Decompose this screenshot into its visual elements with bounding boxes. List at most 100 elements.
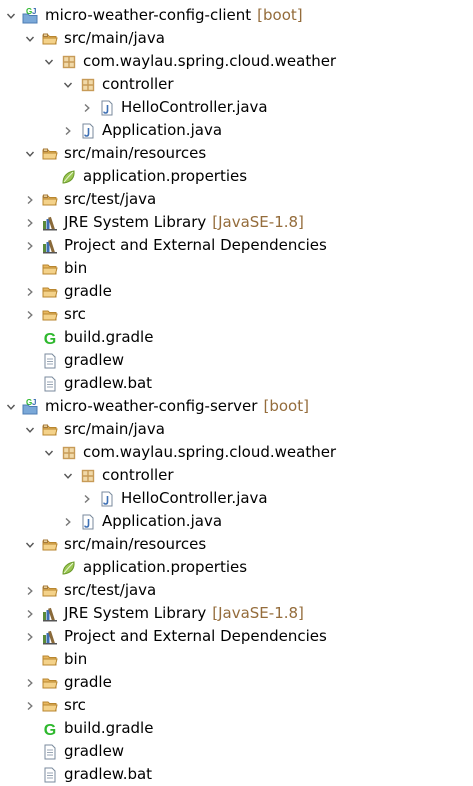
tree-item[interactable]: Gbuild.gradle [0, 326, 473, 349]
chevron-right-icon[interactable] [23, 234, 37, 257]
tree-item[interactable]: bin [0, 648, 473, 671]
folder-icon [41, 306, 59, 324]
tree-item[interactable]: src/main/java [0, 27, 473, 50]
tree-item-label: bin [64, 259, 88, 277]
svg-text:J: J [32, 7, 36, 16]
tree-item[interactable]: HelloController.java [0, 487, 473, 510]
chevron-right-icon[interactable] [61, 510, 75, 533]
tree-item[interactable]: controller [0, 73, 473, 96]
tree-item-label: src/test/java [64, 190, 157, 208]
tree-item[interactable]: gradle [0, 671, 473, 694]
tree-item[interactable]: src/test/java [0, 579, 473, 602]
library-icon [41, 214, 59, 232]
library-icon [41, 605, 59, 623]
tree-item-label: gradlew [64, 351, 125, 369]
tree-item-label: bin [64, 650, 88, 668]
tree-item-label: Application.java [102, 512, 223, 530]
chevron-down-icon[interactable] [23, 142, 37, 165]
chevron-down-icon[interactable] [4, 395, 18, 418]
chevron-right-icon[interactable] [80, 487, 94, 510]
package-explorer-tree: G Jmicro-weather-config-client [boot] src/m… [0, 0, 473, 784]
tree-item[interactable]: src [0, 303, 473, 326]
text-file-icon [41, 743, 59, 761]
tree-item[interactable]: application.properties [0, 165, 473, 188]
chevron-down-icon[interactable] [42, 441, 56, 464]
tree-item[interactable]: gradlew.bat [0, 763, 473, 786]
source-folder-icon [41, 421, 59, 439]
tree-item[interactable]: com.waylau.spring.cloud.weather [0, 441, 473, 464]
tree-item[interactable]: Project and External Dependencies [0, 234, 473, 257]
tree-item[interactable]: G J micro-weather-config-client [boot] [0, 4, 473, 27]
chevron-right-icon[interactable] [61, 119, 75, 142]
chevron-right-icon[interactable] [23, 625, 37, 648]
tree-item[interactable]: JRE System Library [JavaSE-1.8] [0, 211, 473, 234]
chevron-right-icon[interactable] [23, 188, 37, 211]
tree-item-label: src/main/resources [64, 535, 207, 553]
tree-item[interactable]: Application.java [0, 119, 473, 142]
tree-item[interactable]: src/test/java [0, 188, 473, 211]
tree-item-label: micro-weather-config-client [45, 6, 252, 24]
tree-item[interactable]: controller [0, 464, 473, 487]
tree-item-label: gradlew.bat [64, 374, 153, 392]
tree-item-label: controller [102, 466, 174, 484]
tree-item[interactable]: gradle [0, 280, 473, 303]
tree-item[interactable]: src/main/java [0, 418, 473, 441]
chevron-down-icon[interactable] [61, 464, 75, 487]
tree-item-label: src/main/resources [64, 144, 207, 162]
tree-item-label: application.properties [83, 558, 248, 576]
chevron-right-icon[interactable] [80, 96, 94, 119]
tree-item-label: Project and External Dependencies [64, 627, 327, 645]
tree-item[interactable]: src/main/resources [0, 142, 473, 165]
chevron-down-icon[interactable] [42, 50, 56, 73]
tree-item-label: Project and External Dependencies [64, 236, 327, 254]
tree-item[interactable]: G J micro-weather-config-server [boot] [0, 395, 473, 418]
chevron-down-icon[interactable] [23, 418, 37, 441]
chevron-down-icon[interactable] [4, 4, 18, 27]
tree-item[interactable]: JRE System Library [JavaSE-1.8] [0, 602, 473, 625]
tree-item[interactable]: src/main/resources [0, 533, 473, 556]
tree-item-decoration: [JavaSE-1.8] [212, 213, 304, 231]
chevron-right-icon[interactable] [23, 579, 37, 602]
tree-item[interactable]: gradlew.bat [0, 372, 473, 395]
chevron-right-icon[interactable] [23, 694, 37, 717]
chevron-down-icon[interactable] [61, 73, 75, 96]
folder-icon [41, 697, 59, 715]
chevron-down-icon[interactable] [23, 533, 37, 556]
tree-item[interactable]: Application.java [0, 510, 473, 533]
svg-text:J: J [32, 398, 36, 407]
tree-item-label: HelloController.java [121, 98, 268, 116]
gradle-file-icon: G [41, 329, 59, 347]
properties-file-icon [60, 168, 78, 186]
chevron-down-icon[interactable] [23, 27, 37, 50]
tree-item[interactable]: Gbuild.gradle [0, 717, 473, 740]
tree-item[interactable]: HelloController.java [0, 96, 473, 119]
tree-item[interactable]: src [0, 694, 473, 717]
svg-text:G: G [44, 722, 56, 737]
tree-item[interactable]: gradlew [0, 349, 473, 372]
tree-item[interactable]: com.waylau.spring.cloud.weather [0, 50, 473, 73]
chevron-right-icon[interactable] [23, 280, 37, 303]
java-file-icon [98, 490, 116, 508]
tree-item[interactable]: bin [0, 257, 473, 280]
gradle-file-icon: G [41, 720, 59, 738]
chevron-right-icon[interactable] [23, 211, 37, 234]
chevron-right-icon[interactable] [23, 303, 37, 326]
chevron-right-icon[interactable] [23, 602, 37, 625]
tree-item-label: HelloController.java [121, 489, 268, 507]
folder-icon [41, 651, 59, 669]
tree-item-label: src/main/java [64, 29, 165, 47]
tree-item[interactable]: Project and External Dependencies [0, 625, 473, 648]
java-file-icon [79, 513, 97, 531]
tree-item-label: com.waylau.spring.cloud.weather [83, 52, 337, 70]
tree-item-label: gradlew [64, 742, 125, 760]
tree-item[interactable]: application.properties [0, 556, 473, 579]
chevron-right-icon[interactable] [23, 671, 37, 694]
tree-item[interactable]: gradlew [0, 740, 473, 763]
